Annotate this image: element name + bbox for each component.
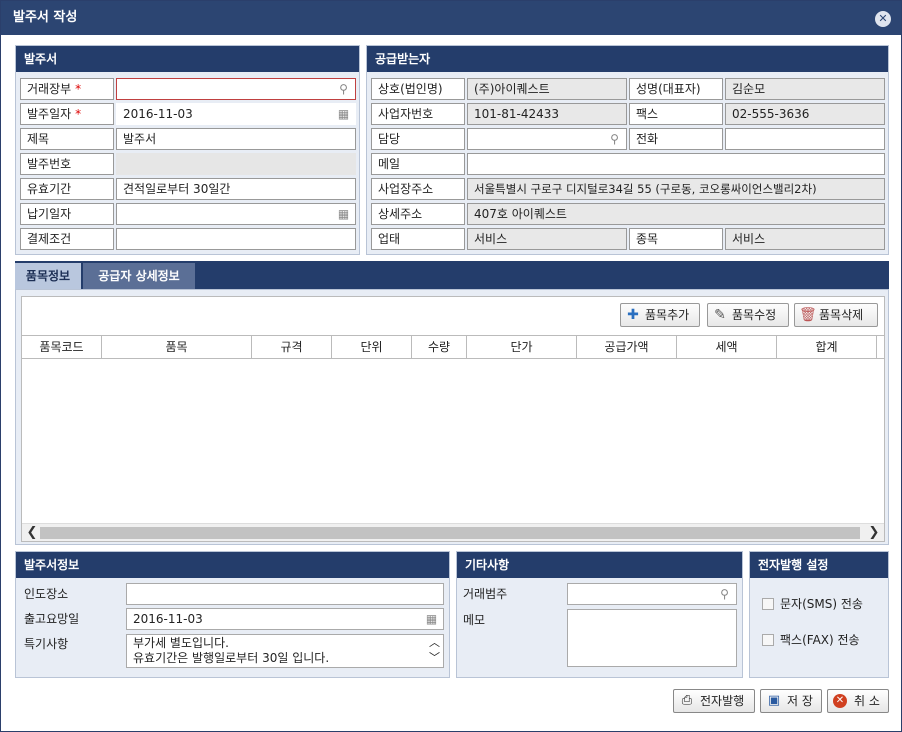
phone-input[interactable] bbox=[725, 128, 885, 150]
chevron-right-icon[interactable]: ❯ bbox=[866, 524, 882, 542]
search-icon[interactable]: ⚲ bbox=[607, 132, 622, 147]
delivery-date-input[interactable]: ▦ bbox=[116, 203, 356, 225]
dialog-window: 발주서 작성 ✕ 발주서 거래장부 * ⚲ 발주일자 * 2016-11-03 ▦ 제… bbox=[0, 0, 902, 732]
detail-address-value: 407호 아이퀘스트 bbox=[467, 203, 885, 225]
supplier-panel-header: 공급받는자 bbox=[367, 46, 888, 72]
trash-icon: 🗑 bbox=[799, 307, 817, 323]
bizno-value: 101-81-42433 bbox=[467, 103, 627, 125]
subject-input[interactable]: 발주서 bbox=[116, 128, 356, 150]
address-value: 서울특별시 구로구 디지털로34길 55 (구로동, 코오롱싸이언스밸리2차) bbox=[467, 178, 885, 200]
field-ledger: 거래장부 * ⚲ bbox=[20, 78, 356, 100]
calendar-icon[interactable]: ▦ bbox=[336, 207, 351, 222]
supplier-row-5: 사업장주소 서울특별시 구로구 디지털로34길 55 (구로동, 코오롱싸이언스… bbox=[371, 178, 885, 200]
supplier-panel: 공급받는자 상호(법인명) (주)아이퀘스트 성명(대표자) 김순모 사업자번호… bbox=[366, 45, 889, 255]
col-header[interactable]: 규격 bbox=[252, 336, 332, 358]
calendar-icon[interactable]: ▦ bbox=[424, 612, 439, 627]
item-grid-panel: ✚ 품목추가 ✎ 품목수정 🗑 품목삭제 품목코드 품목 규격 단위 수량 단가 공급… bbox=[15, 289, 889, 545]
col-header[interactable]: 품목코드 bbox=[22, 336, 102, 358]
printer-icon: ⎙ bbox=[681, 693, 693, 708]
item-grid: ✚ 품목추가 ✎ 품목수정 🗑 품목삭제 품목코드 품목 규격 단위 수량 단가 공급… bbox=[21, 296, 885, 542]
order-date-input[interactable]: 2016-11-03 ▦ bbox=[116, 103, 356, 125]
eissue-header: 전자발행 설정 bbox=[750, 552, 888, 578]
title-bar: 발주서 작성 bbox=[1, 1, 901, 35]
col-header[interactable]: 공급가액 bbox=[577, 336, 677, 358]
col-header[interactable]: 수량 bbox=[412, 336, 467, 358]
field-validity: 유효기간 견적일로부터 30일간 bbox=[20, 178, 356, 200]
field-delivery-date: 납기일자 ▦ bbox=[20, 203, 356, 225]
save-button[interactable]: ▣ 저 장 bbox=[760, 689, 822, 713]
tab-bar: 품목정보 공급자 상세정보 bbox=[15, 261, 889, 289]
field-order-date: 발주일자 * 2016-11-03 ▦ bbox=[20, 103, 356, 125]
supplier-row-3: 담당 ⚲ 전화 bbox=[371, 128, 885, 150]
add-item-button[interactable]: ✚ 품목추가 bbox=[620, 303, 700, 327]
plus-icon: ✚ bbox=[627, 307, 639, 323]
order-panel-header: 발주서 bbox=[16, 46, 359, 72]
edit-item-button[interactable]: ✎ 품목수정 bbox=[707, 303, 789, 327]
tab-supplier-detail[interactable]: 공급자 상세정보 bbox=[83, 263, 195, 289]
fax-label[interactable]: 팩스(FAX) 전송 bbox=[780, 630, 860, 650]
search-icon[interactable]: ⚲ bbox=[717, 587, 732, 602]
order-no-input bbox=[116, 153, 356, 175]
supplier-row-6: 상세주소 407호 아이퀘스트 bbox=[371, 203, 885, 225]
order-info-panel: 발주서정보 인도장소 출고요망일 2016-11-03 ▦ 특기사항 부가세 별도… bbox=[15, 551, 450, 678]
col-header[interactable]: 단가 bbox=[467, 336, 577, 358]
company-value: (주)아이퀘스트 bbox=[467, 78, 627, 100]
cancel-button[interactable]: ✕ 취 소 bbox=[827, 689, 889, 713]
fax-checkbox[interactable] bbox=[762, 634, 774, 646]
ship-date-input[interactable]: 2016-11-03 ▦ bbox=[126, 608, 444, 630]
order-panel: 발주서 거래장부 * ⚲ 발주일자 * 2016-11-03 ▦ 제목 발주서 발주번… bbox=[15, 45, 360, 255]
chevron-left-icon[interactable]: ❮ bbox=[24, 524, 40, 542]
supplier-row-1: 상호(법인명) (주)아이퀘스트 성명(대표자) 김순모 bbox=[371, 78, 885, 100]
field-payment: 결제조건 bbox=[20, 228, 356, 250]
field-subject: 제목 발주서 bbox=[20, 128, 356, 150]
scroll-thumb[interactable] bbox=[40, 527, 860, 539]
calendar-icon[interactable]: ▦ bbox=[336, 107, 351, 122]
manager-input[interactable]: ⚲ bbox=[467, 128, 627, 150]
tab-item-info[interactable]: 품목정보 bbox=[15, 263, 81, 289]
col-header[interactable]: 세액 bbox=[677, 336, 777, 358]
email-input[interactable] bbox=[467, 153, 885, 175]
trade-category-input[interactable]: ⚲ bbox=[567, 583, 737, 605]
etc-panel: 기타사항 거래범주 ⚲ 메모 bbox=[456, 551, 743, 678]
scroll-arrows-icon[interactable]: ︿ ﹀ bbox=[429, 635, 440, 665]
edit-icon: ✎ bbox=[714, 307, 726, 323]
order-info-header: 발주서정보 bbox=[16, 552, 449, 578]
memo-textarea[interactable] bbox=[567, 609, 737, 667]
col-header[interactable]: 품목 bbox=[102, 336, 252, 358]
supplier-row-2: 사업자번호 101-81-42433 팩스 02-555-3636 bbox=[371, 103, 885, 125]
supplier-row-4: 메일 bbox=[371, 153, 885, 175]
horizontal-scrollbar[interactable]: ❮ ❯ bbox=[22, 523, 884, 541]
ceo-value: 김순모 bbox=[725, 78, 885, 100]
eissue-panel: 전자발행 설정 문자(SMS) 전송 팩스(FAX) 전송 bbox=[749, 551, 889, 678]
sms-checkbox[interactable] bbox=[762, 598, 774, 610]
sms-label[interactable]: 문자(SMS) 전송 bbox=[780, 594, 863, 614]
col-header[interactable]: 단위 bbox=[332, 336, 412, 358]
fax-value: 02-555-3636 bbox=[725, 103, 885, 125]
save-icon: ▣ bbox=[767, 693, 781, 708]
window-title: 발주서 작성 bbox=[13, 10, 78, 25]
notes-textarea[interactable]: 부가세 별도입니다. 유효기간은 발행일로부터 30일 입니다. ︿ ﹀ bbox=[126, 634, 444, 668]
supplier-row-7: 업태 서비스 종목 서비스 bbox=[371, 228, 885, 250]
col-header[interactable]: 합계 bbox=[777, 336, 877, 358]
ledger-input[interactable]: ⚲ bbox=[116, 78, 356, 100]
payment-input[interactable] bbox=[116, 228, 356, 250]
cancel-icon: ✕ bbox=[833, 694, 847, 708]
etc-header: 기타사항 bbox=[457, 552, 742, 578]
close-icon[interactable]: ✕ bbox=[875, 11, 891, 27]
search-icon[interactable]: ⚲ bbox=[336, 82, 351, 97]
grid-header: 품목코드 품목 규격 단위 수량 단가 공급가액 세액 합계 bbox=[22, 335, 884, 359]
biztype-value: 서비스 bbox=[467, 228, 627, 250]
e-issue-button[interactable]: ⎙ 전자발행 bbox=[673, 689, 755, 713]
field-order-no: 발주번호 bbox=[20, 153, 356, 175]
delivery-place-input[interactable] bbox=[126, 583, 444, 605]
delete-item-button[interactable]: 🗑 품목삭제 bbox=[794, 303, 878, 327]
item-type-value: 서비스 bbox=[725, 228, 885, 250]
validity-input[interactable]: 견적일로부터 30일간 bbox=[116, 178, 356, 200]
